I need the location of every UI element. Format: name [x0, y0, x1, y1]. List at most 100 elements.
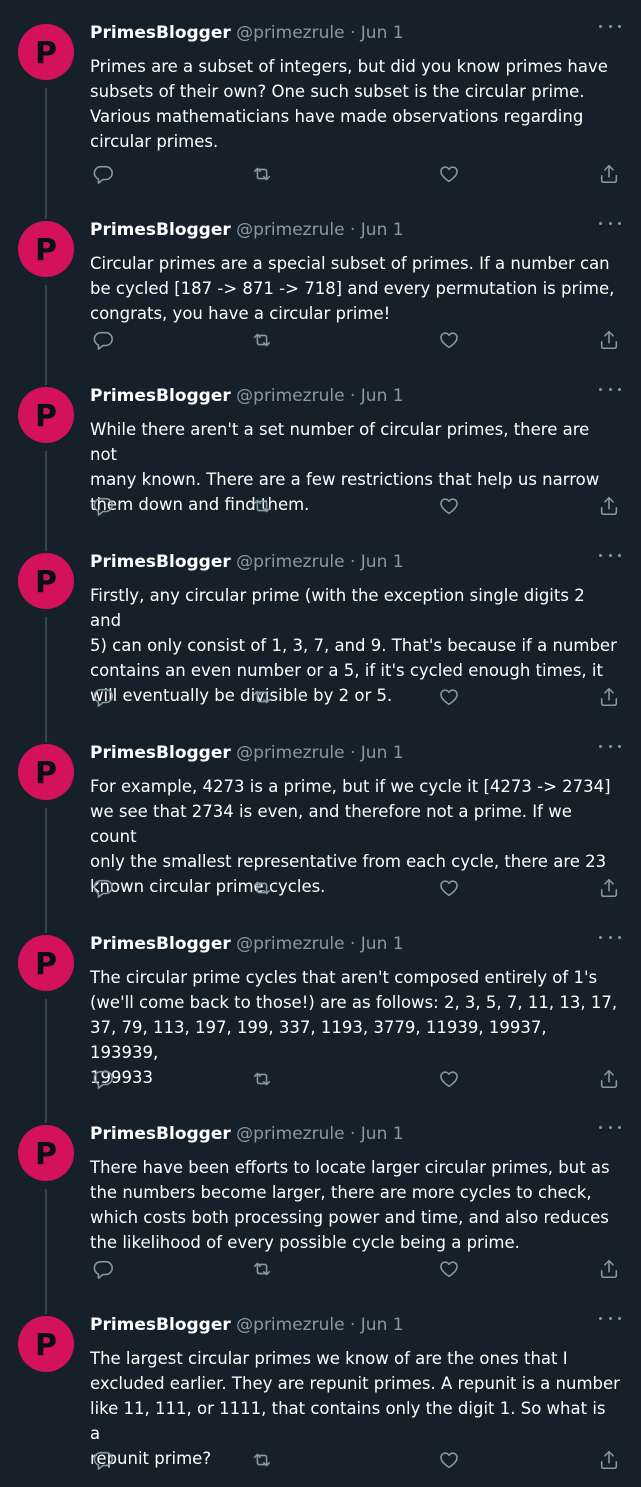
like-icon[interactable]	[436, 327, 462, 353]
display-name[interactable]: PrimesBlogger	[90, 552, 231, 572]
handle[interactable]: @primezrule	[236, 1124, 344, 1144]
tweet-header: PrimesBlogger @primezrule · Jun 1	[90, 385, 404, 407]
more-options-icon[interactable]	[599, 378, 621, 400]
reply-icon[interactable]	[90, 327, 116, 353]
tweet-text: Circular primes are a special subset of …	[90, 254, 615, 324]
avatar[interactable]: P	[18, 744, 74, 800]
timestamp[interactable]: Jun 1	[361, 552, 404, 572]
share-icon[interactable]	[596, 161, 622, 187]
reply-icon[interactable]	[90, 493, 116, 519]
retweet-icon[interactable]	[249, 1066, 275, 1092]
avatar[interactable]: P	[18, 221, 74, 277]
avatar[interactable]: P	[18, 935, 74, 991]
handle[interactable]: @primezrule	[236, 220, 344, 240]
separator: ·	[349, 220, 356, 240]
retweet-icon[interactable]	[249, 684, 275, 710]
separator: ·	[349, 743, 356, 763]
display-name[interactable]: PrimesBlogger	[90, 220, 231, 240]
share-icon[interactable]	[596, 1447, 622, 1473]
avatar[interactable]: P	[18, 387, 74, 443]
reply-icon[interactable]	[90, 161, 116, 187]
more-options-icon[interactable]	[599, 15, 621, 37]
tweet-actions	[90, 1447, 625, 1473]
reply-icon[interactable]	[90, 1066, 116, 1092]
avatar-letter: P	[35, 946, 57, 982]
reply-icon[interactable]	[90, 1256, 116, 1282]
handle[interactable]: @primezrule	[236, 386, 344, 406]
share-icon[interactable]	[596, 875, 622, 901]
thread-connector-line	[45, 808, 47, 933]
tweet-actions	[90, 161, 625, 187]
more-options-icon[interactable]	[599, 735, 621, 757]
like-icon[interactable]	[436, 161, 462, 187]
timestamp[interactable]: Jun 1	[361, 220, 404, 240]
like-icon[interactable]	[436, 875, 462, 901]
display-name[interactable]: PrimesBlogger	[90, 934, 231, 954]
display-name[interactable]: PrimesBlogger	[90, 1315, 231, 1335]
tweet[interactable]: P PrimesBlogger @primezrule · Jun 1 Ther…	[0, 1110, 641, 1314]
tweet[interactable]: P PrimesBlogger @primezrule · Jun 1 Whil…	[0, 372, 641, 551]
tweet[interactable]: P PrimesBlogger @primezrule · Jun 1 Circ…	[0, 206, 641, 385]
like-icon[interactable]	[436, 493, 462, 519]
more-options-icon[interactable]	[599, 212, 621, 234]
tweet[interactable]: P PrimesBlogger @primezrule · Jun 1 For …	[0, 729, 641, 933]
handle[interactable]: @primezrule	[236, 23, 344, 43]
reply-icon[interactable]	[90, 1447, 116, 1473]
timestamp[interactable]: Jun 1	[361, 743, 404, 763]
share-icon[interactable]	[596, 327, 622, 353]
share-icon[interactable]	[596, 1256, 622, 1282]
handle[interactable]: @primezrule	[236, 552, 344, 572]
tweet[interactable]: P PrimesBlogger @primezrule · Jun 1 Firs…	[0, 538, 641, 742]
tweet-thread: P PrimesBlogger @primezrule · Jun 1 Prim…	[0, 0, 641, 1487]
retweet-icon[interactable]	[249, 1256, 275, 1282]
retweet-icon[interactable]	[249, 327, 275, 353]
separator: ·	[349, 1315, 356, 1335]
display-name[interactable]: PrimesBlogger	[90, 1124, 231, 1144]
reply-icon[interactable]	[90, 875, 116, 901]
separator: ·	[349, 386, 356, 406]
separator: ·	[349, 934, 356, 954]
like-icon[interactable]	[436, 1256, 462, 1282]
share-icon[interactable]	[596, 1066, 622, 1092]
separator: ·	[349, 552, 356, 572]
retweet-icon[interactable]	[249, 493, 275, 519]
tweet-actions	[90, 493, 625, 519]
tweet[interactable]: P PrimesBlogger @primezrule · Jun 1 The …	[0, 920, 641, 1123]
retweet-icon[interactable]	[249, 161, 275, 187]
display-name[interactable]: PrimesBlogger	[90, 23, 231, 43]
share-icon[interactable]	[596, 493, 622, 519]
avatar[interactable]: P	[18, 553, 74, 609]
avatar[interactable]: P	[18, 1316, 74, 1372]
reply-icon[interactable]	[90, 684, 116, 710]
more-options-icon[interactable]	[599, 1307, 621, 1329]
handle[interactable]: @primezrule	[236, 1315, 344, 1335]
tweet-header: PrimesBlogger @primezrule · Jun 1	[90, 933, 404, 955]
more-options-icon[interactable]	[599, 544, 621, 566]
timestamp[interactable]: Jun 1	[361, 386, 404, 406]
timestamp[interactable]: Jun 1	[361, 23, 404, 43]
tweet-text: Primes are a subset of integers, but did…	[90, 57, 608, 152]
retweet-icon[interactable]	[249, 1447, 275, 1473]
avatar-letter: P	[35, 1327, 57, 1363]
like-icon[interactable]	[436, 684, 462, 710]
avatar-letter: P	[35, 232, 57, 268]
timestamp[interactable]: Jun 1	[361, 934, 404, 954]
like-icon[interactable]	[436, 1066, 462, 1092]
tweet-header: PrimesBlogger @primezrule · Jun 1	[90, 742, 404, 764]
retweet-icon[interactable]	[249, 875, 275, 901]
tweet[interactable]: P PrimesBlogger @primezrule · Jun 1 Prim…	[0, 9, 641, 219]
display-name[interactable]: PrimesBlogger	[90, 743, 231, 763]
timestamp[interactable]: Jun 1	[361, 1315, 404, 1335]
like-icon[interactable]	[436, 1447, 462, 1473]
timestamp[interactable]: Jun 1	[361, 1124, 404, 1144]
more-options-icon[interactable]	[599, 926, 621, 948]
display-name[interactable]: PrimesBlogger	[90, 386, 231, 406]
avatar-letter: P	[35, 755, 57, 791]
handle[interactable]: @primezrule	[236, 934, 344, 954]
tweet[interactable]: P PrimesBlogger @primezrule · Jun 1 The …	[0, 1301, 641, 1487]
handle[interactable]: @primezrule	[236, 743, 344, 763]
avatar[interactable]: P	[18, 1125, 74, 1181]
avatar[interactable]: P	[18, 24, 74, 80]
share-icon[interactable]	[596, 684, 622, 710]
more-options-icon[interactable]	[599, 1116, 621, 1138]
